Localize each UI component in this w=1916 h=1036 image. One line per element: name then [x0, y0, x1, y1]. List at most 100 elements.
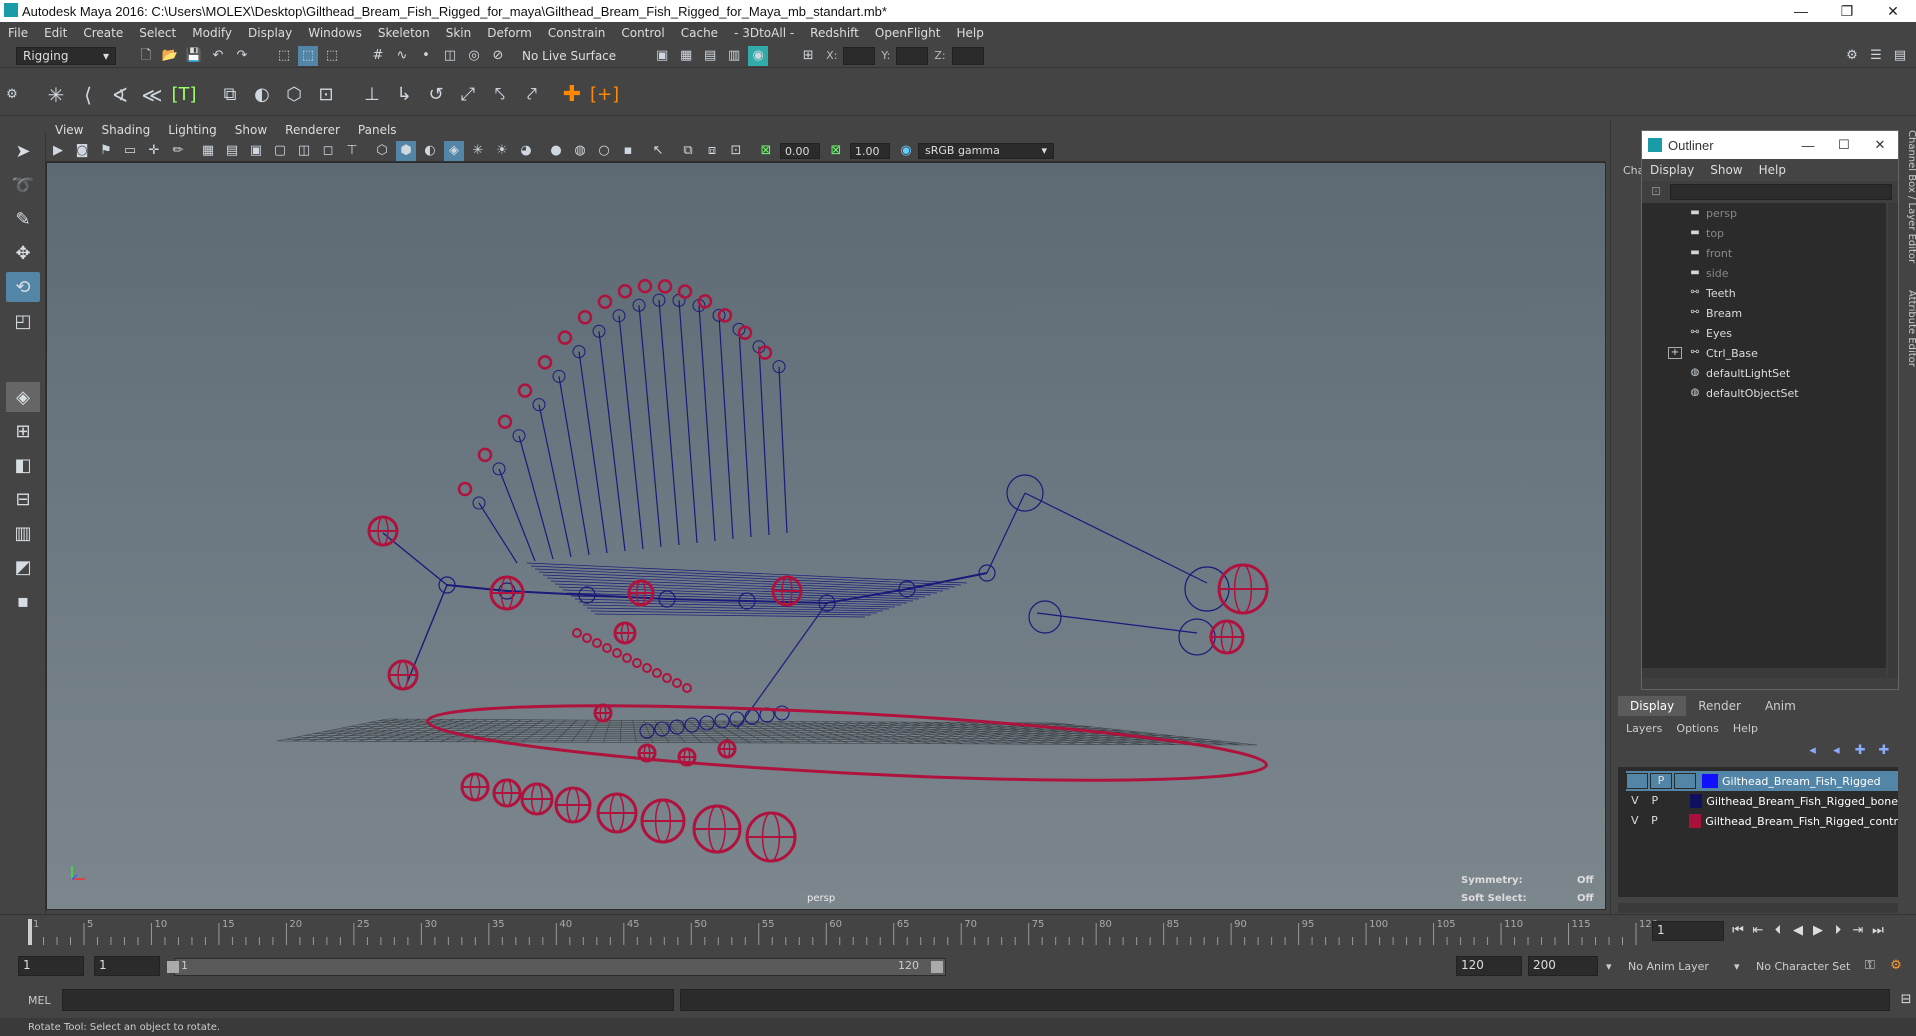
layer-color-swatch[interactable] [1702, 774, 1718, 788]
layer-playback-toggle[interactable]: P [1645, 793, 1664, 809]
outliner-menu-show[interactable]: Show [1702, 163, 1750, 177]
ground-grid-line[interactable] [304, 735, 1208, 740]
transform-field-mode-icon[interactable]: ⊞ [798, 46, 818, 66]
fin-control[interactable] [617, 284, 633, 299]
menu-skin[interactable]: Skin [438, 26, 480, 40]
persp-graph-layout-icon[interactable]: ⊟ [6, 484, 40, 514]
lattice-icon[interactable]: ⬡ [280, 84, 308, 105]
menu-modify[interactable]: Modify [184, 26, 240, 40]
smooth-shade-icon[interactable]: ⬢ [396, 140, 416, 161]
outliner-item-default-object-set[interactable]: ◍ defaultObjectSet [1642, 383, 1886, 403]
layer-menu-help[interactable]: Help [1733, 722, 1758, 735]
image-plane-icon[interactable]: ▭ [120, 141, 140, 161]
exposure-field[interactable]: 0.00 [780, 142, 820, 159]
time-slider-ruler[interactable]: 1 5 10 15 20 25 30 35 40 45 50 55 60 65 70 75 80 85 90 95 10… [20, 915, 1660, 949]
rotate-tool-icon[interactable]: ⟲ [6, 272, 40, 302]
xray-components-icon[interactable]: ⊡ [726, 141, 746, 161]
fin-control[interactable] [477, 447, 493, 463]
pelvic-fin-joint[interactable] [774, 705, 790, 721]
tab-attribute-editor[interactable]: Attribute Editor [1901, 290, 1916, 410]
ground-grid-line[interactable] [313, 733, 1191, 738]
film-gate-icon[interactable]: ▤ [222, 141, 242, 161]
menu-redshift[interactable]: Redshift [802, 26, 867, 40]
layer-visibility-toggle[interactable]: V [1626, 813, 1644, 829]
layer-row[interactable]: V P Gilthead_Bream_Fish_Rigged_bone [1626, 791, 1898, 811]
fin-ray-joint[interactable] [778, 366, 788, 534]
panel-menu-view[interactable]: View [46, 123, 92, 137]
anal-fin-control[interactable] [682, 683, 692, 693]
ik-handle-icon[interactable]: ⟨ [74, 85, 102, 105]
anal-fin-control[interactable] [612, 648, 622, 658]
render-frame-icon[interactable]: ▦ [676, 46, 696, 66]
scene-end-field[interactable]: 200 [1528, 956, 1598, 976]
playback-end-field[interactable]: 120 [1456, 956, 1522, 976]
close-button[interactable]: ✕ [1870, 3, 1916, 20]
save-scene-icon[interactable]: 💾 [184, 46, 204, 66]
jaw-joint-line[interactable] [1024, 492, 1208, 584]
xray-icon[interactable]: ⧉ [678, 141, 698, 161]
aim-constraint-icon[interactable]: ↳ [390, 84, 418, 105]
render-settings-icon[interactable]: ▣ [652, 46, 672, 66]
screen-space-ao-icon[interactable]: ● [546, 141, 566, 161]
new-empty-layer-icon[interactable]: ✚ [1850, 741, 1870, 761]
gate-mask-icon[interactable]: ▢ [270, 141, 290, 161]
go-to-end-icon[interactable]: ⏭ [1868, 921, 1888, 941]
fin-ray-joint[interactable] [558, 376, 590, 556]
outliner-item-ctrl-base[interactable]: + ⚯ Ctrl_Base [1642, 343, 1886, 363]
tab-render-layers[interactable]: Render [1686, 696, 1753, 716]
play-forwards-icon[interactable]: ▶ [1808, 921, 1828, 941]
select-camera-icon[interactable]: ▶ [48, 141, 68, 161]
anal-fin-control[interactable] [602, 643, 612, 653]
outliner-item-bream[interactable]: ⚯ Bream [1642, 303, 1886, 323]
layer-type-toggle[interactable] [1674, 773, 1696, 789]
pelvic-fin-joint[interactable] [744, 709, 760, 725]
live-surface-field[interactable]: No Live Surface [516, 47, 623, 64]
mirror-joint-icon[interactable]: ≪ [138, 85, 166, 105]
anti-aliasing-icon[interactable]: ○ [594, 141, 614, 161]
gamma-icon[interactable]: ⊠ [826, 141, 846, 161]
fin-ray-joint[interactable] [758, 346, 770, 536]
fin-control[interactable] [557, 330, 573, 345]
current-frame-field[interactable]: 1 [1652, 921, 1724, 941]
menu-display[interactable]: Display [240, 26, 300, 40]
outliner-menu-help[interactable]: Help [1751, 163, 1794, 177]
use-default-material-icon[interactable]: ◐ [420, 141, 440, 161]
range-end-handle[interactable] [931, 961, 943, 973]
select-hierarchy-icon[interactable]: ⬚ [274, 46, 294, 66]
snap-curve-icon[interactable]: ∿ [392, 46, 412, 66]
menu-deform[interactable]: Deform [479, 26, 540, 40]
anal-fin-control[interactable] [592, 638, 602, 648]
scene-canvas[interactable] [47, 163, 1606, 910]
undo-icon[interactable]: ↶ [208, 46, 228, 66]
character-set-dropdown[interactable]: No Character Set [1756, 960, 1850, 973]
fin-ray-joint[interactable] [498, 468, 536, 562]
persp-outliner-layout-icon[interactable]: ◧ [6, 450, 40, 480]
ground-grid-line[interactable] [341, 727, 1141, 733]
panel-menu-show[interactable]: Show [226, 123, 276, 137]
anal-fin-control[interactable] [572, 628, 582, 638]
fin-ray-joint[interactable] [518, 435, 554, 560]
menu-windows[interactable]: Windows [300, 26, 370, 40]
fin-ray-joint[interactable] [638, 305, 662, 548]
fin-ray-joint[interactable] [678, 300, 698, 544]
fin-ray-joint[interactable] [538, 404, 572, 558]
lasso-tool-icon[interactable]: ➰ [6, 170, 40, 200]
hypershade-icon[interactable]: ◉ [748, 45, 769, 66]
step-back-frame-icon[interactable]: ⏴ [1768, 921, 1788, 941]
scale-tool-icon[interactable]: ◰ [6, 306, 40, 336]
spine-joint[interactable] [446, 584, 508, 592]
outliner-horizontal-scrollbar[interactable] [1642, 668, 1886, 678]
minimize-button[interactable]: — [1778, 3, 1824, 19]
move-tool-icon[interactable]: ✥ [6, 238, 40, 268]
point-constraint-icon[interactable]: ⊥ [358, 84, 386, 105]
layer-visibility-toggle[interactable] [1626, 773, 1648, 789]
fin-ray-joint[interactable] [718, 315, 734, 540]
grease-pencil-icon[interactable]: ✏ [168, 141, 188, 161]
depth-of-field-icon[interactable]: ▪ [618, 141, 638, 161]
filter-icon[interactable]: ⊡ [1646, 184, 1666, 200]
outliner-maximize-button[interactable]: ☐ [1826, 137, 1862, 153]
command-input[interactable] [61, 989, 674, 1011]
auto-key-icon[interactable]: ⚿ [1860, 956, 1880, 976]
ground-grid-line[interactable] [286, 738, 1241, 744]
step-back-key-icon[interactable]: ⇤ [1748, 921, 1768, 941]
